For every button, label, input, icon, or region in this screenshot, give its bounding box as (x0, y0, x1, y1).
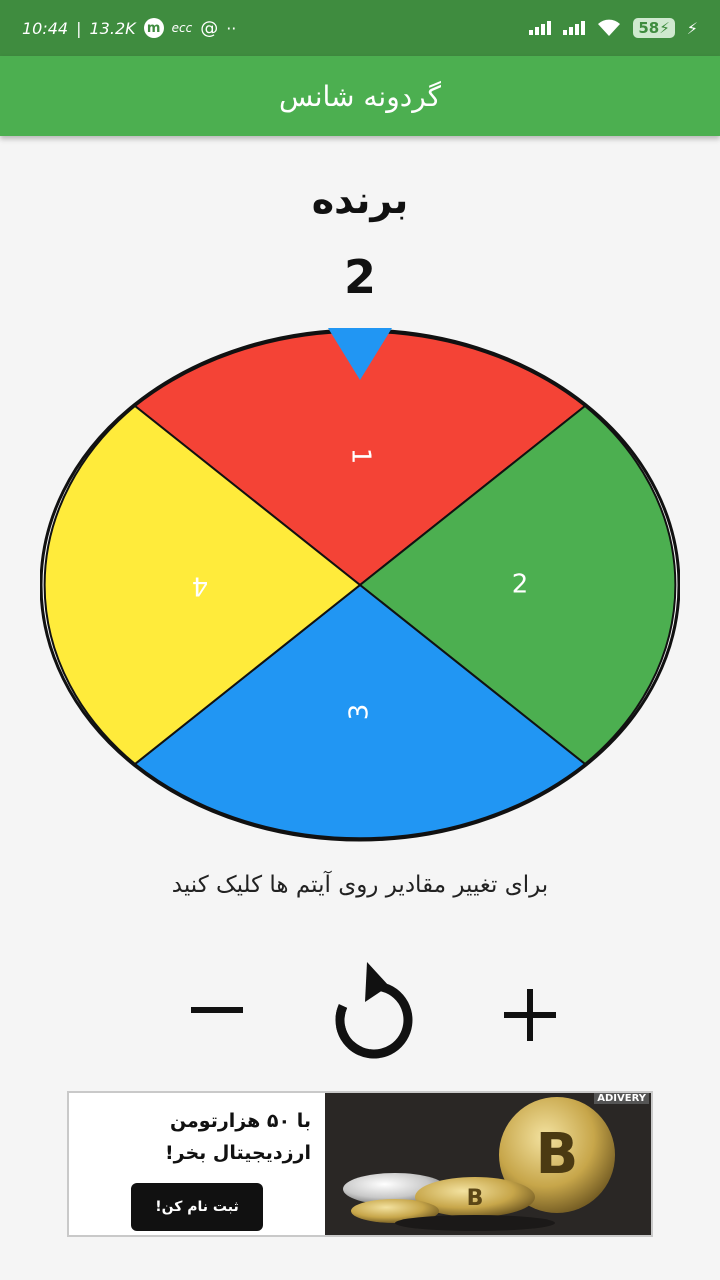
status-extra-label: ecc (171, 21, 193, 35)
ad-line-1: با ۵۰ هزارتومن (169, 1110, 311, 1132)
app-bar: گردونه شانس (0, 56, 720, 136)
more-dots-icon: ·· (226, 18, 237, 38)
winner-value: 2 (343, 250, 376, 304)
wheel-label-3: 3 (345, 704, 375, 721)
wheel-controls (0, 955, 720, 1065)
charging-icon: ⚡ (686, 18, 698, 38)
minus-icon (191, 1007, 243, 1013)
ad-tag: ADIVERY (594, 1093, 649, 1104)
spin-button[interactable] (318, 955, 430, 1065)
remove-item-button[interactable] (182, 975, 252, 1045)
plus-icon (504, 989, 556, 1041)
ad-image: ADIVERY B B (325, 1093, 651, 1235)
winner-label: برنده (311, 178, 409, 222)
status-divider: | (76, 18, 82, 38)
at-icon: @ (200, 17, 219, 39)
status-net-speed: 13.2K (89, 18, 136, 38)
wheel-label-4: 4 (192, 571, 209, 601)
svg-text:B: B (536, 1122, 579, 1187)
luck-wheel[interactable]: 1 2 3 4 (40, 328, 680, 843)
wheel-label-1: 1 (346, 448, 376, 465)
signal-icon (529, 21, 552, 35)
status-left: 10:44 | 13.2K m ecc @ ·· (22, 18, 236, 39)
app-title: گردونه شانس (279, 79, 441, 113)
hint-text: برای تغییر مقادیر روی آیتم ها کلیک کنید (171, 872, 549, 898)
bitcoin-coins-image: B B (325, 1093, 651, 1235)
status-right: 58⚡ ⚡ (529, 18, 698, 38)
add-item-button[interactable] (495, 980, 565, 1050)
wifi-icon (598, 19, 621, 36)
battery-icon: 58⚡ (633, 18, 675, 38)
notification-m-icon: m (143, 18, 164, 38)
svg-text:B: B (467, 1186, 484, 1211)
wheel-label-2: 2 (512, 570, 529, 600)
ad-text-panel: با ۵۰ هزارتومن ارزدیجیتال بخر! ثبت نام ک… (69, 1093, 325, 1235)
signal-icon-2 (563, 21, 586, 35)
status-bar: 10:44 | 13.2K m ecc @ ·· 58⚡ ⚡ (0, 0, 720, 56)
battery-level: 58 (638, 19, 660, 37)
ad-line-2: ارزدیجیتال بخر! (164, 1142, 311, 1164)
status-time: 10:44 (22, 18, 69, 38)
refresh-icon (335, 962, 413, 1059)
ad-signup-button[interactable]: ثبت نام کن! (131, 1183, 263, 1231)
ad-banner[interactable]: با ۵۰ هزارتومن ارزدیجیتال بخر! ثبت نام ک… (67, 1091, 653, 1237)
